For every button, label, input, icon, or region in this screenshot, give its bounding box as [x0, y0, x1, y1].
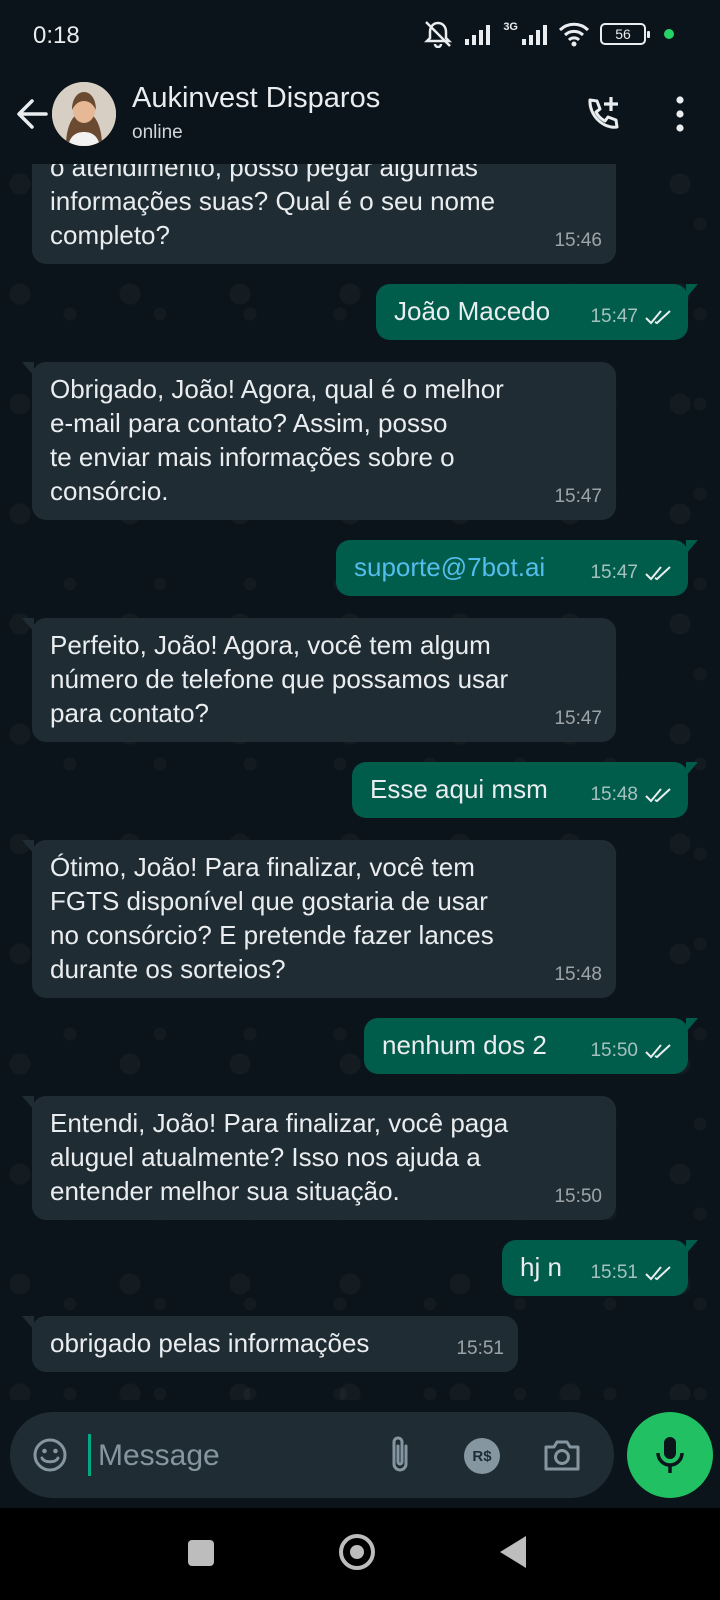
message-text: Ótimo, João! Para finalizar, você tem FG…	[50, 852, 494, 984]
outgoing-message[interactable]: nenhum dos 2 15:50	[364, 1018, 698, 1074]
currency-label: R$	[472, 1447, 492, 1465]
incoming-message[interactable]: o atendimento, posso pegar algumas infor…	[32, 164, 616, 264]
contact-status: online	[132, 122, 183, 143]
clock: 0:18	[33, 22, 80, 49]
signal-icon-2	[522, 25, 547, 45]
back-button[interactable]	[500, 1536, 526, 1568]
recents-button[interactable]	[188, 1540, 214, 1566]
message-text: o atendimento, posso pegar algumas infor…	[50, 164, 496, 250]
message-time: 15:47	[554, 486, 602, 507]
payment-icon[interactable]: R$	[464, 1438, 500, 1474]
message-input[interactable]	[96, 1432, 380, 1480]
battery-icon: 56	[600, 23, 650, 45]
muted-bell-icon	[424, 21, 453, 48]
message-text: Perfeito, João! Agora, você tem algum nú…	[50, 630, 509, 728]
message-time: 15:50	[554, 1186, 602, 1207]
privacy-indicator	[664, 29, 674, 39]
outgoing-message[interactable]: João Macedo 15:47	[376, 284, 698, 340]
contact-name[interactable]: Aukinvest Disparos	[132, 82, 380, 115]
signal-icon	[465, 25, 491, 45]
read-ticks-icon	[645, 1044, 671, 1059]
chat-messages[interactable]: o atendimento, posso pegar algumas infor…	[0, 164, 720, 1400]
incoming-message[interactable]: Ótimo, João! Para finalizar, você tem FG…	[22, 840, 616, 998]
read-ticks-icon	[645, 566, 671, 581]
avatar[interactable]	[52, 82, 116, 146]
back-arrow-icon[interactable]	[12, 94, 52, 134]
message-time: 15:48	[554, 964, 602, 985]
read-ticks-icon	[645, 310, 671, 325]
network-type: 3G	[503, 21, 518, 33]
emoji-icon[interactable]	[30, 1435, 70, 1475]
message-time: 15:47	[590, 306, 638, 327]
incoming-message[interactable]: Obrigado, João! Agora, qual é o melhor e…	[22, 362, 616, 520]
message-time: 15:50	[590, 1040, 638, 1061]
camera-icon[interactable]	[542, 1436, 582, 1474]
status-bar: 0:18 3G 56	[0, 0, 720, 72]
message-time: 15:51	[456, 1338, 504, 1359]
message-time: 15:51	[590, 1262, 638, 1283]
microphone-icon	[656, 1437, 684, 1473]
message-text: obrigado pelas informações	[50, 1328, 370, 1358]
read-ticks-icon	[645, 1266, 671, 1281]
message-time: 15:47	[554, 708, 602, 729]
more-options-icon[interactable]	[660, 92, 700, 136]
incoming-message[interactable]: Perfeito, João! Agora, você tem algum nú…	[22, 618, 616, 742]
avatar-image	[52, 82, 116, 146]
add-call-icon[interactable]	[582, 94, 622, 134]
read-ticks-icon	[645, 788, 671, 803]
home-button[interactable]	[339, 1534, 375, 1570]
message-text: Obrigado, João! Agora, qual é o melhor e…	[50, 374, 504, 506]
message-time: 15:46	[554, 230, 602, 251]
chat-header: Aukinvest Disparos online	[0, 72, 720, 164]
message-time: 15:47	[590, 562, 638, 583]
status-icons: 3G 56	[423, 20, 674, 48]
system-navigation-bar	[0, 1508, 720, 1600]
message-text: Entendi, João! Para finalizar, você paga…	[50, 1108, 509, 1206]
outgoing-message[interactable]: suporte@7bot.ai 15:47	[336, 540, 698, 596]
message-composer: R$	[10, 1412, 614, 1498]
voice-record-button[interactable]	[627, 1412, 713, 1498]
attachment-icon[interactable]	[382, 1434, 418, 1476]
text-cursor	[88, 1434, 91, 1476]
incoming-message[interactable]: Entendi, João! Para finalizar, você paga…	[22, 1096, 616, 1220]
message-time: 15:48	[590, 784, 638, 805]
incoming-message[interactable]: obrigado pelas informações 15:51	[22, 1316, 518, 1372]
outgoing-message[interactable]: Esse aqui msm 15:48	[352, 762, 698, 818]
battery-level: 56	[615, 26, 631, 42]
outgoing-message[interactable]: hj n 15:51	[502, 1240, 698, 1296]
wifi-icon	[558, 22, 590, 47]
